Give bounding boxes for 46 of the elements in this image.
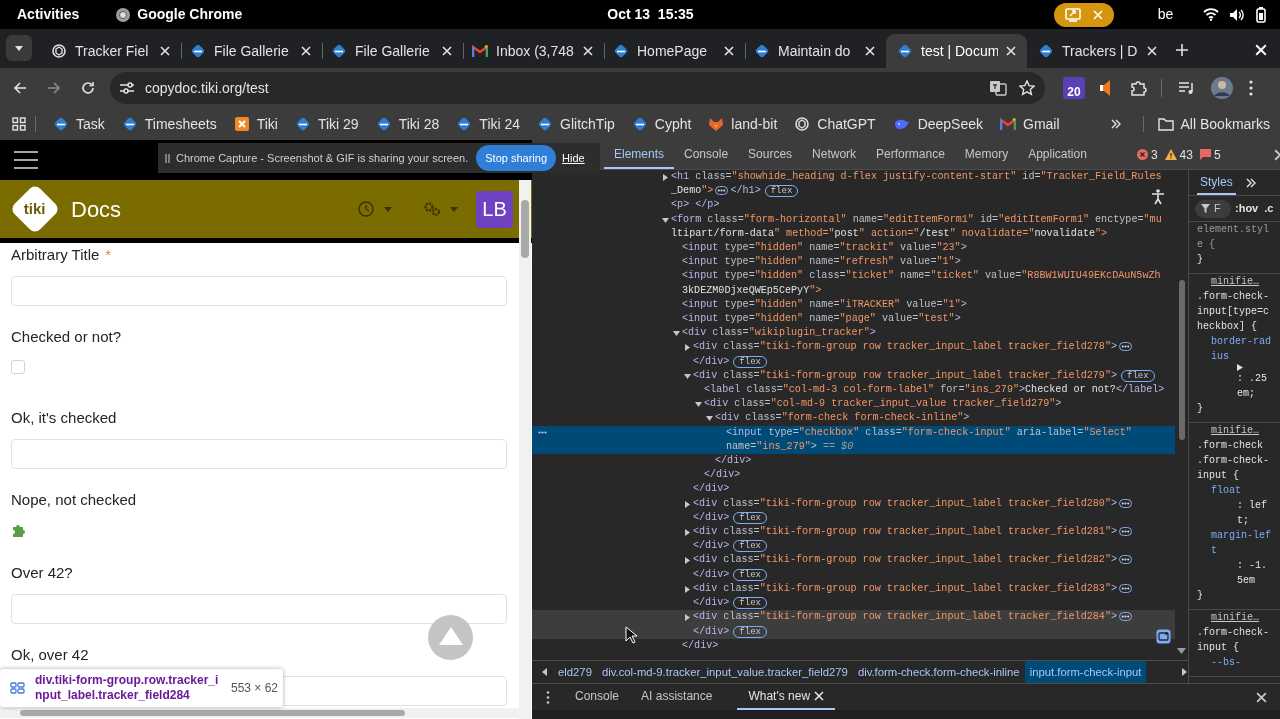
- css-selector: .form-check-input {: [1197, 626, 1270, 655]
- closing-tag: </div>: [693, 483, 730, 495]
- selected-node-marker: == $0: [822, 440, 854, 452]
- field-label: Checked or not?: [11, 327, 122, 347]
- element-size: 553 × 62: [231, 680, 279, 697]
- field-label: Over 42?: [11, 563, 73, 583]
- css-property: margin-left: [1211, 529, 1272, 558]
- closing-tag: </div>: [693, 540, 730, 552]
- tab-title: Trackers | D: [1062, 41, 1139, 61]
- css-property: --bs-: [1211, 656, 1242, 670]
- css-property: float: [1211, 484, 1242, 498]
- tab-title: test | Docum: [921, 41, 998, 61]
- sharing-message: Chrome Capture - Screenshot & GIF is sharing your screen.: [176, 150, 469, 166]
- closing-tag: </div>: [693, 511, 730, 523]
- field-label: Arbitrary Title: [11, 245, 100, 265]
- tab-title: Tracker Fiel: [75, 41, 150, 61]
- css-selector: .form-check-input[type=checkbox] {: [1197, 290, 1270, 334]
- tab-title: Maintain do: [778, 41, 852, 61]
- css-value: : left;: [1236, 499, 1268, 528]
- css-property: border-radius: [1211, 335, 1272, 364]
- tab-title: Inbox (3,748: [496, 41, 575, 61]
- filter-placeholder: F: [1214, 201, 1221, 217]
- tab-title: HomePage: [637, 41, 709, 61]
- css-value: : -1.5em: [1236, 559, 1268, 588]
- css-selector: element.style {: [1197, 223, 1270, 252]
- url-text: copydoc.tiki.org/test: [145, 78, 270, 98]
- element-selector: div.tiki-form-group.row.tracker_input_label.tracker_field284: [35, 673, 220, 703]
- closing-brace: }: [1197, 253, 1204, 267]
- field-label: Ok, it's checked: [11, 408, 117, 428]
- closing-tag: </div>: [682, 639, 719, 651]
- closing-tag: </div>: [704, 469, 741, 481]
- tab-title: File Gallerie: [355, 41, 431, 61]
- closing-tag: </div>: [693, 568, 730, 580]
- css-selector: .form-check .form-check-input {: [1197, 439, 1270, 483]
- css-value: : .25em;: [1236, 372, 1268, 401]
- closing-tag: </div>: [693, 355, 730, 367]
- closing-brace: }: [1197, 402, 1204, 416]
- closing-tag: </div>: [693, 625, 730, 637]
- closing-tag: </h1>: [730, 185, 761, 197]
- field-label: Ok, over 42: [11, 645, 89, 665]
- closing-brace: }: [1197, 589, 1204, 603]
- tab-title: File Gallerie: [214, 41, 290, 61]
- closing-tag: </div>: [715, 455, 752, 467]
- required-mark: *: [105, 245, 112, 265]
- field-label: Nope, not checked: [11, 490, 137, 510]
- closing-tag: </div>: [693, 597, 730, 609]
